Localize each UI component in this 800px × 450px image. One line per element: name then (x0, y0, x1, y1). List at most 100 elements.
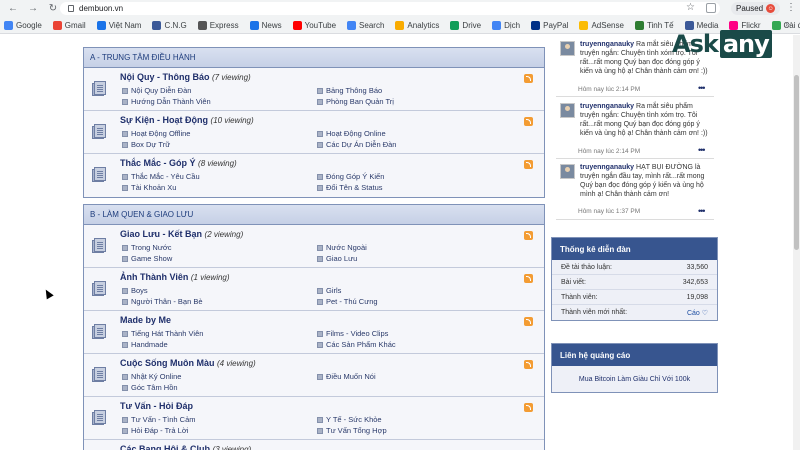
subforum-link[interactable]: Hướng Dẫn Thành Viên (122, 97, 211, 106)
subforum-link[interactable]: Tài Khoản Xu (122, 183, 176, 192)
chat-username[interactable]: truyennganauky (580, 103, 634, 110)
forum-title-link[interactable]: Tư Vấn - Hỏi Đáp (120, 401, 193, 411)
bookmark-item[interactable]: Express (197, 20, 239, 30)
subforum-link[interactable]: Nội Quy Diễn Đàn (122, 86, 191, 95)
subforum-link[interactable]: Bảng Thông Báo (317, 86, 382, 95)
rss-feed-icon[interactable] (524, 360, 533, 369)
subforum-link[interactable]: Hỏi Đáp - Trả Lời (122, 426, 188, 435)
subforum-link[interactable]: Hoạt Động Offline (122, 129, 190, 138)
rss-feed-icon[interactable] (524, 74, 533, 83)
forum-title-link[interactable]: Sự Kiện - Hoạt Động (10 viewing) (120, 115, 254, 125)
extension-icon[interactable] (706, 3, 716, 13)
forum-title-link[interactable]: Made by Me (120, 315, 171, 325)
subforum-link[interactable]: Tiếng Hát Thành Viên (122, 329, 203, 338)
subforum-link[interactable]: Hoạt Động Online (317, 129, 386, 138)
bookmark-label: Express (209, 20, 239, 30)
subforum-link[interactable]: Handmade (122, 340, 168, 349)
rss-feed-icon[interactable] (524, 403, 533, 412)
category-header[interactable]: A - TRUNG TÂM ĐIỀU HÀNH (84, 48, 544, 68)
viewing-count: (1 viewing) (190, 273, 230, 282)
forum-title-link[interactable]: Cuộc Sống Muôn Màu (4 viewing) (120, 358, 256, 368)
rss-feed-icon[interactable] (524, 317, 533, 326)
viewing-count: (10 viewing) (210, 116, 254, 125)
subforum-link[interactable]: Box Dự Trữ (122, 140, 170, 149)
chat-more-icon[interactable]: ••• (698, 83, 706, 93)
forum-title-link[interactable]: Giao Lưu - Kết Bạn (2 viewing) (120, 229, 243, 239)
subforum-link[interactable]: Tư Vấn Tổng Hợp (317, 426, 387, 435)
subforum-link[interactable]: Nhật Ký Online (122, 372, 181, 381)
subforum-link[interactable]: Đổi Tên & Status (317, 183, 383, 192)
bookmark-item[interactable]: C.N.G (152, 20, 187, 30)
forum-title-link[interactable]: Thắc Mắc - Góp Ý (8 viewing) (120, 158, 237, 168)
profile-paused-button[interactable]: Paused ☺ (731, 2, 781, 15)
bookmark-item[interactable]: Drive (450, 20, 481, 30)
ad-link[interactable]: Mua Bitcoin Làm Giàu Chỉ Với 100k (552, 366, 717, 392)
subforum-icon (317, 141, 323, 148)
subforum-link[interactable]: Y Tế - Sức Khỏe (317, 415, 382, 424)
forum-title-link[interactable]: Ảnh Thành Viên (1 viewing) (120, 272, 230, 282)
subforum-link[interactable]: Các Dự Án Diễn Đàn (317, 140, 396, 149)
bookmark-item[interactable]: Google (4, 20, 42, 30)
bookmark-item[interactable]: AdSense (579, 20, 624, 30)
bookmark-item[interactable]: Gmail (52, 20, 86, 30)
bookmark-item[interactable]: YouTube (292, 20, 337, 30)
bookmark-item[interactable]: Analytics (395, 20, 439, 30)
rss-feed-icon[interactable] (524, 117, 533, 126)
subforum-link[interactable]: Boys (122, 286, 148, 295)
subforum-link[interactable]: Người Thân - Bạn Bè (122, 297, 203, 306)
subforum-link[interactable]: Game Show (122, 254, 172, 263)
forum-row: Cuộc Sống Muôn Màu (4 viewing) Nhật Ký On… (84, 354, 544, 397)
subforum-link[interactable]: Giao Lưu (317, 254, 357, 263)
bookmark-item[interactable]: Tinh Tế (634, 20, 674, 30)
subforum-link[interactable]: Góc Tâm Hồn (122, 383, 178, 392)
subforum-link[interactable]: Thắc Mắc - Yêu Cầu (122, 172, 200, 181)
user-avatar[interactable] (560, 164, 575, 179)
newest-member-link[interactable]: Cáo ♡ (687, 309, 708, 317)
bookmarks-more-icon[interactable]: » (785, 19, 790, 29)
chat-timestamp: Hôm nay lúc 2:14 PM (578, 86, 641, 93)
chat-username[interactable]: truyennganauky (580, 164, 634, 171)
subforum-link[interactable]: Films - Video Clips (317, 329, 388, 338)
bookmark-star-icon[interactable]: ☆ (686, 2, 695, 13)
bookmark-item[interactable]: Media (684, 20, 718, 30)
forum-title-link[interactable]: Các Bang Hội & Club (3 viewing) (120, 444, 251, 450)
bookmark-favicon-icon (249, 20, 259, 30)
bookmark-item[interactable]: Dịch (492, 20, 520, 30)
forum-folder-icon (92, 366, 108, 382)
category-header[interactable]: B - LÀM QUEN & GIAO LƯU (84, 205, 544, 225)
stat-row: Đề tài thảo luận: 33,560 (552, 260, 717, 275)
rss-feed-icon[interactable] (524, 160, 533, 169)
browser-menu-icon[interactable]: ⋮ (786, 2, 796, 13)
forum-title-link[interactable]: Nội Quy - Thông Báo (7 viewing) (120, 72, 251, 82)
stat-label: Thành viên mới nhất: (561, 309, 628, 316)
chat-more-icon[interactable]: ••• (698, 206, 706, 216)
user-avatar[interactable] (560, 103, 575, 118)
bookmark-item[interactable]: Việt Nam (96, 20, 141, 30)
bookmark-item[interactable]: News (249, 20, 282, 30)
bookmark-item[interactable]: PayPal (531, 20, 568, 30)
chat-more-icon[interactable]: ••• (698, 145, 706, 155)
bookmark-item[interactable]: Flickr (729, 20, 761, 30)
bookmark-label: Flickr (741, 20, 761, 30)
subforum-link[interactable]: Đóng Góp Ý Kiến (317, 172, 384, 181)
subforum-link[interactable]: Phòng Ban Quản Trị (317, 97, 394, 106)
subforum-link[interactable]: Trong Nước (122, 243, 172, 252)
back-icon[interactable]: ← (6, 2, 20, 16)
reload-icon[interactable]: ↻ (46, 2, 60, 16)
subforum-link[interactable]: Điều Muốn Nói (317, 372, 376, 381)
bookmark-item[interactable]: Search (347, 20, 384, 30)
forward-icon[interactable]: → (26, 2, 40, 16)
rss-feed-icon[interactable] (524, 231, 533, 240)
page-scrollbar[interactable] (793, 35, 800, 450)
subforum-link[interactable]: Pet - Thú Cưng (317, 297, 378, 306)
subforum-link[interactable]: Nước Ngoài (317, 243, 367, 252)
subforum-link[interactable]: Tư Vấn - Tình Cảm (122, 415, 196, 424)
user-avatar[interactable] (560, 41, 575, 56)
subforum-link[interactable]: Các Sản Phẩm Khác (317, 340, 396, 349)
scrollbar-thumb[interactable] (794, 75, 799, 250)
rss-feed-icon[interactable] (524, 274, 533, 283)
address-bar[interactable]: dembuon.vn (60, 2, 720, 15)
bookmark-label: YouTube (304, 20, 337, 30)
subforum-link[interactable]: Girls (317, 286, 341, 295)
chat-username[interactable]: truyennganauky (580, 41, 634, 48)
